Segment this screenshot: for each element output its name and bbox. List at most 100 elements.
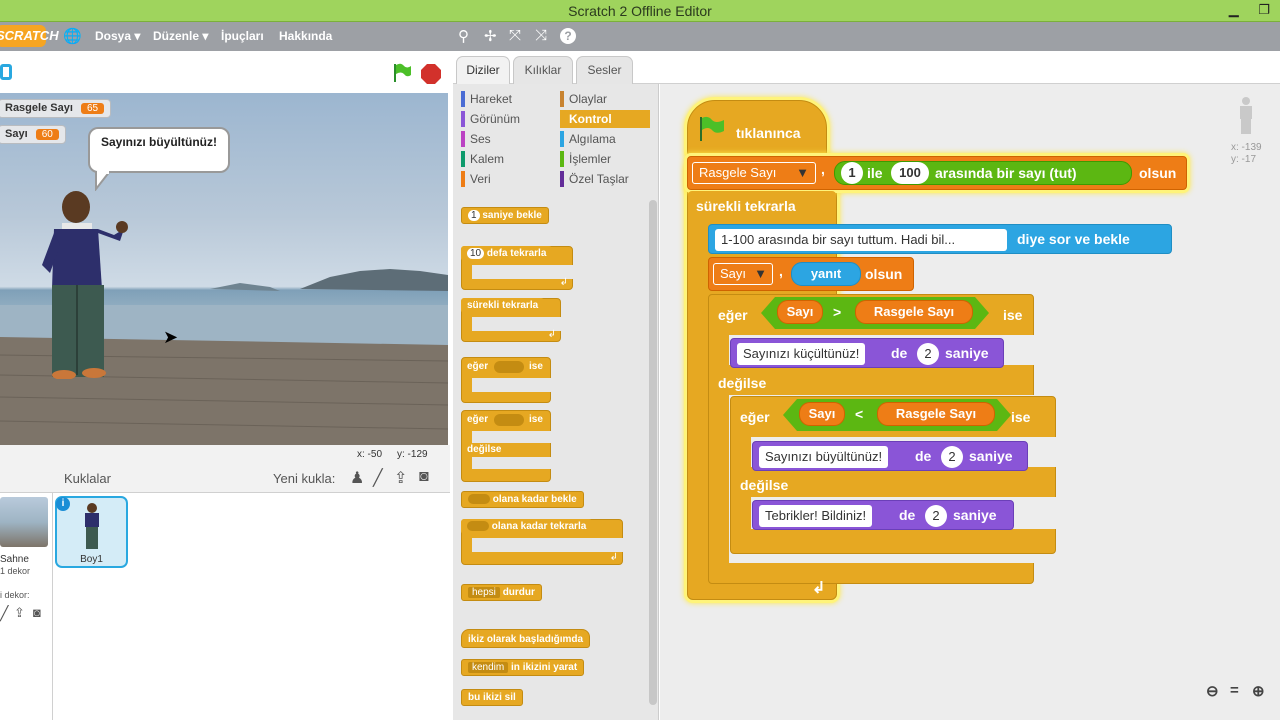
category-color: [461, 131, 465, 147]
say-for-secs-block-2[interactable]: Sayınızı büyültünüz! de 2 saniye: [752, 441, 1028, 471]
scripts-area[interactable]: tıklanınca Rasgele Sayı ▼ , 1 ile 100 ara…: [660, 84, 1280, 720]
green-flag-icon[interactable]: [392, 63, 411, 83]
palette-repeat-until-block[interactable]: olana kadar tekrarla ↲: [461, 519, 623, 565]
category-data[interactable]: Veri: [461, 170, 551, 188]
variable-reporter[interactable]: Rasgele Sayı: [877, 402, 995, 426]
maximize-icon[interactable]: ❐: [1258, 2, 1270, 17]
category-events[interactable]: Olaylar: [560, 90, 650, 108]
scratch-logo[interactable]: SCRATCH: [0, 25, 59, 47]
menu-file[interactable]: Dosya ▾: [95, 29, 140, 43]
tab-sounds[interactable]: Sesler: [576, 56, 633, 84]
sprite-thumbnail-boy1[interactable]: i Boy1: [55, 496, 128, 568]
variable-reporter[interactable]: Sayı: [777, 300, 823, 324]
paint-sprite-icon[interactable]: ╱: [373, 468, 383, 488]
monitor-random-number[interactable]: Rasgele Sayı 65: [0, 99, 112, 118]
shrink-icon[interactable]: ⤨: [535, 27, 547, 44]
paint-backdrop-icon[interactable]: ╱: [0, 605, 8, 622]
category-pen[interactable]: Kalem: [461, 150, 551, 168]
say-for-secs-block-3[interactable]: Tebrikler! Bildiniz! de 2 saniye: [752, 500, 1014, 530]
block-label: sürekli tekrarla: [696, 198, 796, 214]
delete-icon[interactable]: ✢: [484, 27, 497, 45]
palette-forever-block[interactable]: sürekli tekrarla ↲: [461, 298, 561, 342]
info-icon[interactable]: i: [56, 497, 70, 511]
say-secs-input[interactable]: 2: [917, 343, 939, 365]
current-sprite-ghost: [1240, 97, 1252, 134]
duplicate-icon[interactable]: ⚲: [458, 27, 469, 45]
zoom-reset-icon[interactable]: =: [1230, 682, 1239, 699]
help-icon[interactable]: ?: [560, 28, 576, 44]
new-backdrop-label: i dekor:: [0, 590, 30, 600]
tab-scripts[interactable]: Diziler: [456, 56, 510, 85]
upload-backdrop-icon[interactable]: ⇪: [14, 605, 25, 621]
menu-tips[interactable]: İpuçları: [221, 29, 264, 43]
sprite-library-icon[interactable]: ♟: [350, 468, 364, 488]
variable-dropdown[interactable]: Sayı ▼: [713, 263, 773, 285]
palette-clone-start-block[interactable]: ikiz olarak başladığımda: [461, 629, 591, 648]
greater-than-condition[interactable]: Sayı > Rasgele Sayı: [761, 297, 989, 329]
palette-scrollbar[interactable]: [649, 200, 657, 705]
stage-label: Sahne: [0, 554, 29, 565]
block-label: ise: [1011, 409, 1031, 425]
answer-reporter[interactable]: yanıt: [791, 262, 861, 286]
variable-reporter[interactable]: Rasgele Sayı: [855, 300, 973, 324]
set-number-variable-block[interactable]: Sayı ▼ , yanıt olsun: [708, 257, 914, 291]
variable-reporter[interactable]: Sayı: [799, 402, 845, 426]
monitor-number[interactable]: Sayı 60: [0, 125, 66, 144]
say-text-input[interactable]: Sayınızı küçültünüz!: [737, 343, 866, 365]
category-control[interactable]: Kontrol: [560, 110, 650, 128]
window-controls: ▁ ❐: [1213, 2, 1270, 18]
palette-wait-block[interactable]: 1 saniye bekle: [461, 207, 549, 224]
sprite-boy[interactable]: [36, 189, 136, 379]
stop-icon[interactable]: [421, 64, 441, 84]
say-secs-input[interactable]: 2: [941, 446, 963, 468]
category-operators[interactable]: İşlemler: [560, 150, 650, 168]
speech-bubble: Sayınızı büyültünüz!: [88, 127, 230, 173]
less-than-condition[interactable]: Sayı < Rasgele Sayı: [783, 399, 1011, 431]
upload-sprite-icon[interactable]: ⇪: [394, 468, 407, 488]
category-more-blocks[interactable]: Özel Taşlar: [560, 170, 650, 188]
grow-icon[interactable]: ⤧: [509, 27, 521, 44]
when-flag-clicked-block[interactable]: tıklanınca: [687, 100, 827, 156]
ask-text-input[interactable]: 1-100 arasında bir sayı tuttum. Hadi bil…: [715, 229, 1007, 251]
say-text-input[interactable]: Tebrikler! Bildiniz!: [759, 505, 873, 527]
globe-icon[interactable]: 🌐: [63, 27, 82, 45]
category-motion[interactable]: Hareket: [461, 90, 551, 108]
menu-about[interactable]: Hakkında: [279, 29, 332, 43]
palette-stop-block[interactable]: hepsi durdur: [461, 584, 542, 601]
zoom-in-icon[interactable]: ⊕: [1252, 682, 1265, 700]
menu-edit[interactable]: Düzenle ▾: [153, 29, 208, 43]
category-color: [461, 91, 465, 107]
pick-random-reporter[interactable]: 1 ile 100 arasında bir sayı (tut): [834, 161, 1132, 185]
variable-dropdown[interactable]: Rasgele Sayı ▼: [692, 162, 816, 184]
zoom-out-icon[interactable]: ⊖: [1206, 682, 1219, 700]
say-for-secs-block-1[interactable]: Sayınızı küçültünüz! de 2 saniye: [730, 338, 1004, 368]
random-to-input[interactable]: 100: [891, 162, 929, 184]
stage-thumbnail[interactable]: [0, 497, 48, 547]
category-sound[interactable]: Ses: [461, 130, 551, 148]
set-random-variable-block[interactable]: Rasgele Sayı ▼ , 1 ile 100 arasında bir s…: [687, 156, 1187, 190]
tab-costumes[interactable]: Kılıklar: [513, 56, 573, 84]
if-else-block-inner[interactable]: eğer Sayı < Rasgele Sayı ise değilse: [730, 396, 1057, 554]
stage-thumbnail-column: Sahne 1 dekor i dekor: ╱ ⇪ ◙: [0, 463, 53, 720]
say-secs-input[interactable]: 2: [925, 505, 947, 527]
category-looks[interactable]: Görünüm: [461, 110, 551, 128]
minimize-icon[interactable]: ▁: [1229, 2, 1239, 17]
say-text-input[interactable]: Sayınızı büyültünüz!: [759, 446, 889, 468]
random-from-input[interactable]: 1: [841, 162, 863, 184]
camera-sprite-icon[interactable]: ◙: [419, 468, 429, 486]
palette-wait-until-block[interactable]: olana kadar bekle: [461, 491, 584, 508]
palette-create-clone-block[interactable]: kendim in ikizini yarat: [461, 659, 585, 676]
block-label: olsun: [865, 266, 903, 282]
palette-if-else-block[interactable]: eğer ise değilse: [461, 410, 551, 482]
palette-delete-clone-block[interactable]: bu ikizi sil: [461, 689, 523, 706]
category-sensing[interactable]: Algılama: [560, 130, 650, 148]
comma-label: ,: [821, 161, 825, 177]
sprite-name: Boy1: [80, 554, 103, 565]
presentation-mode-icon[interactable]: [0, 64, 12, 80]
camera-backdrop-icon[interactable]: ◙: [33, 605, 41, 620]
ask-and-wait-block[interactable]: 1-100 arasında bir sayı tuttum. Hadi bil…: [708, 224, 1172, 254]
palette-repeat-block[interactable]: 10 defa tekrarla ↲: [461, 246, 573, 290]
forever-block-header: sürekli tekrarla: [688, 191, 836, 221]
palette-if-block[interactable]: eğer ise: [461, 357, 551, 403]
block-label: olsun: [1139, 165, 1177, 181]
